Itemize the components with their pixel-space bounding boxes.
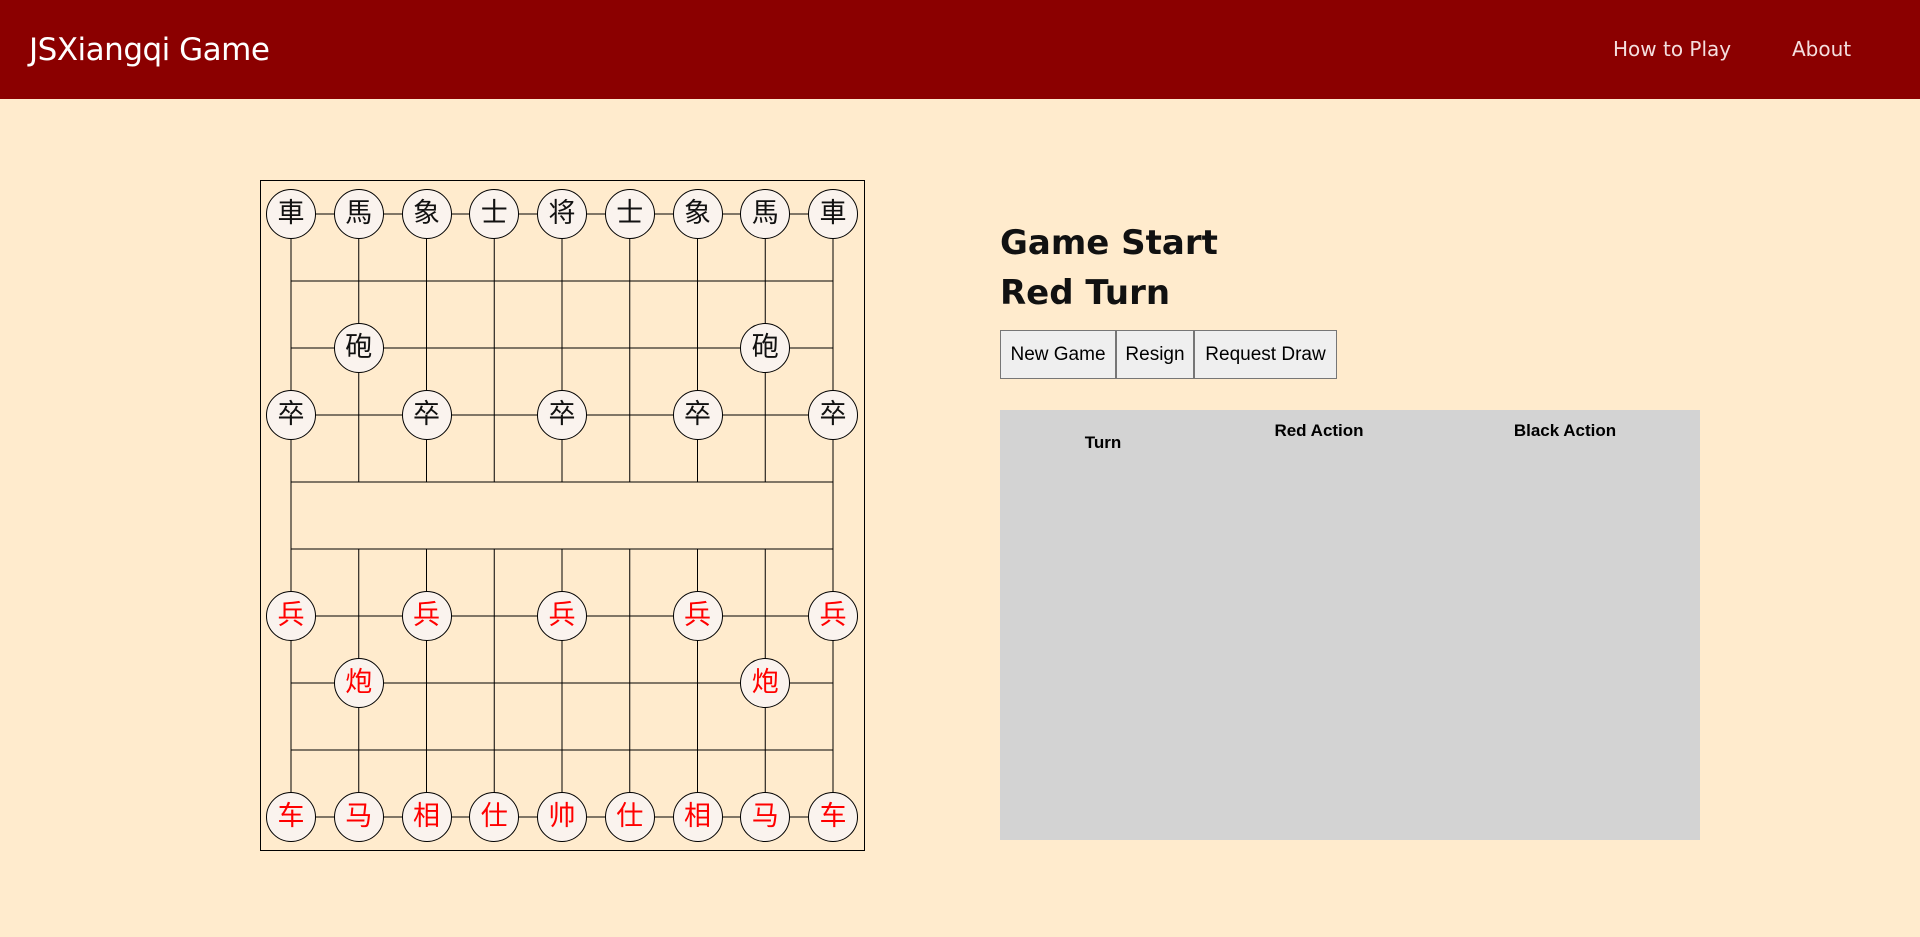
game-status: Game Start bbox=[1000, 223, 1218, 263]
history-header-red-action: Red Action bbox=[1274, 421, 1364, 440]
resign-button[interactable]: Resign bbox=[1116, 330, 1194, 379]
black-piece[interactable]: 卒 bbox=[401, 390, 452, 440]
red-piece[interactable]: 相 bbox=[401, 792, 452, 842]
red-piece[interactable]: 车 bbox=[266, 792, 316, 842]
nav-link-how-to-play[interactable]: How to Play bbox=[1613, 36, 1731, 62]
request-draw-button[interactable]: Request Draw bbox=[1194, 330, 1337, 379]
black-piece[interactable]: 砲 bbox=[740, 323, 791, 373]
new-game-button[interactable]: New Game bbox=[1000, 330, 1116, 379]
red-piece[interactable]: 马 bbox=[740, 792, 791, 842]
black-piece[interactable]: 車 bbox=[266, 189, 316, 239]
red-piece[interactable]: 兵 bbox=[401, 591, 452, 641]
red-piece[interactable]: 兵 bbox=[808, 591, 858, 641]
black-piece[interactable]: 卒 bbox=[537, 390, 587, 440]
red-piece[interactable]: 炮 bbox=[333, 658, 384, 708]
black-piece[interactable]: 卒 bbox=[672, 390, 723, 440]
red-piece[interactable]: 仕 bbox=[469, 792, 520, 842]
red-piece[interactable]: 炮 bbox=[740, 658, 791, 708]
black-piece[interactable]: 士 bbox=[604, 189, 655, 239]
red-piece[interactable]: 仕 bbox=[604, 792, 655, 842]
black-piece[interactable]: 象 bbox=[401, 189, 452, 239]
move-history-table[interactable]: Turn Red Action Black Action bbox=[1000, 410, 1700, 840]
red-piece[interactable]: 兵 bbox=[672, 591, 723, 641]
navbar: JSXiangqi Game How to Play About bbox=[0, 0, 1920, 99]
history-header-black-action: Black Action bbox=[1513, 421, 1617, 440]
turn-indicator: Red Turn bbox=[1000, 273, 1171, 313]
xiangqi-board[interactable]: 車馬象士将士象馬車砲砲卒卒卒卒卒兵兵兵兵兵炮炮车马相仕帅仕相马车 bbox=[260, 180, 865, 851]
red-piece[interactable]: 相 bbox=[672, 792, 723, 842]
brand-link[interactable]: JSXiangqi Game bbox=[29, 30, 270, 70]
black-piece[interactable]: 砲 bbox=[333, 323, 384, 373]
black-piece[interactable]: 車 bbox=[808, 189, 858, 239]
board-grid bbox=[260, 180, 865, 851]
black-piece[interactable]: 将 bbox=[537, 189, 587, 239]
black-piece[interactable]: 士 bbox=[469, 189, 520, 239]
red-piece[interactable]: 车 bbox=[808, 792, 858, 842]
black-piece[interactable]: 馬 bbox=[333, 189, 384, 239]
black-piece[interactable]: 馬 bbox=[740, 189, 791, 239]
red-piece[interactable]: 兵 bbox=[266, 591, 316, 641]
red-piece[interactable]: 兵 bbox=[537, 591, 587, 641]
black-piece[interactable]: 卒 bbox=[266, 390, 316, 440]
history-header-turn: Turn bbox=[1084, 433, 1122, 452]
red-piece[interactable]: 马 bbox=[333, 792, 384, 842]
red-piece[interactable]: 帅 bbox=[537, 792, 587, 842]
black-piece[interactable]: 象 bbox=[672, 189, 723, 239]
nav-link-about[interactable]: About bbox=[1792, 36, 1851, 62]
black-piece[interactable]: 卒 bbox=[808, 390, 858, 440]
